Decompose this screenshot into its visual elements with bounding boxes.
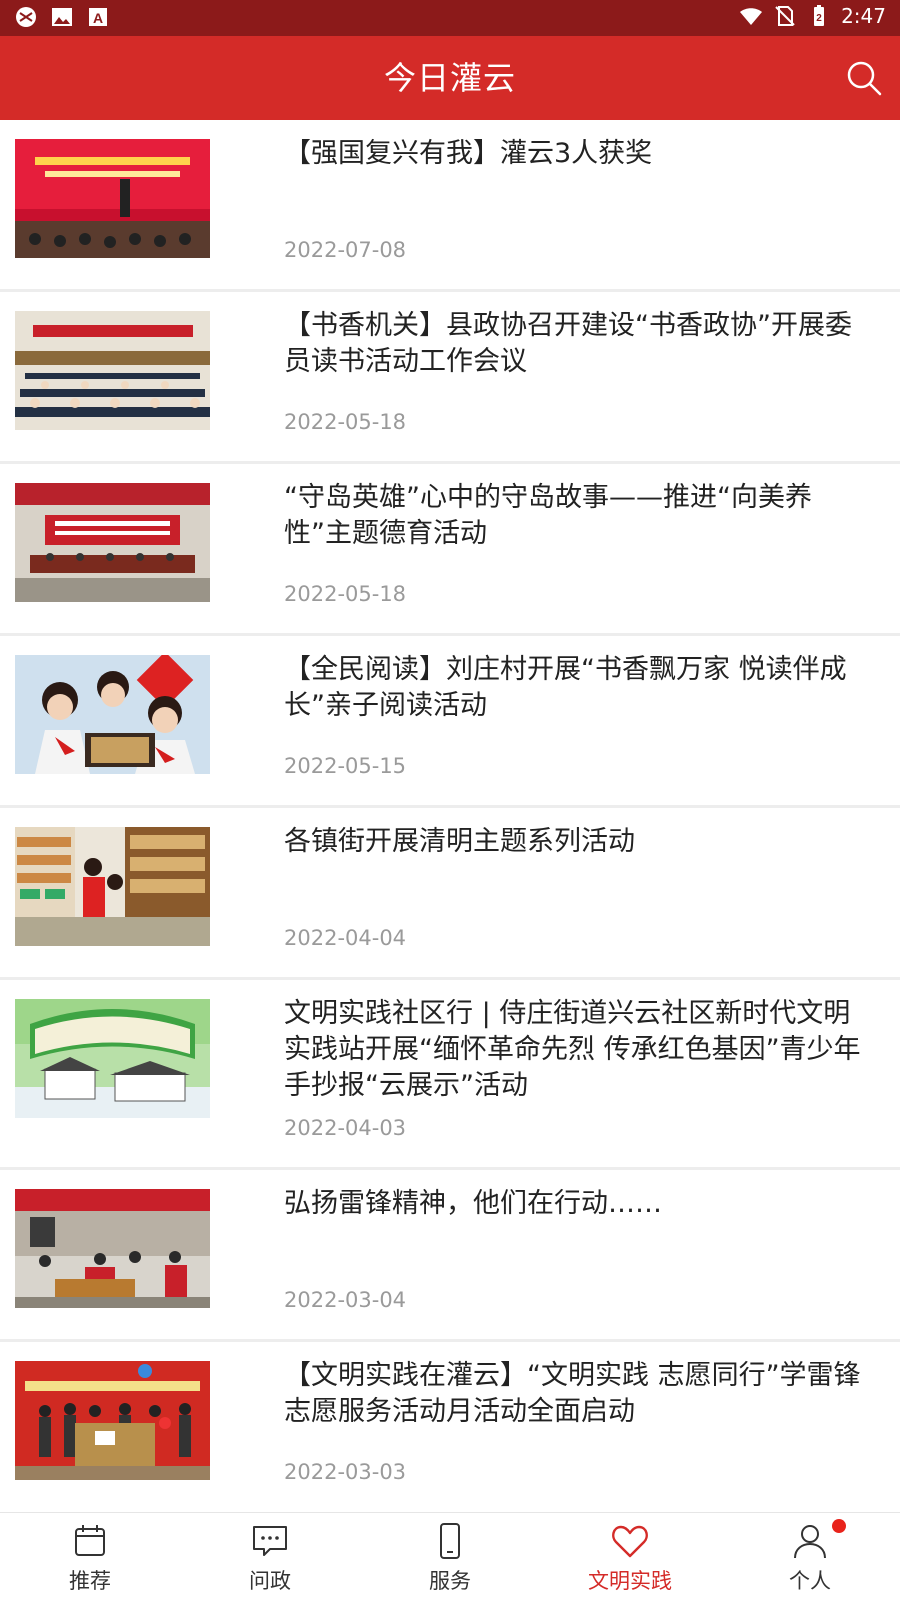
tab-label: 个人 <box>789 1569 831 1593</box>
list-item[interactable]: 【书香机关】县政协召开建设“书香政协”开展委员读书活动工作会议 2022-05-… <box>0 292 900 464</box>
list-item[interactable]: “守岛英雄”心中的守岛故事——推进“向美养性”主题德育活动 2022-05-18 <box>0 464 900 636</box>
list-item[interactable]: 【强国复兴有我】灌云3人获奖 2022-07-08 <box>0 120 900 292</box>
news-thumbnail <box>15 483 210 602</box>
person-icon <box>794 1525 826 1559</box>
news-date: 2022-04-04 <box>284 926 407 950</box>
app-bar: 今日灌云 <box>0 36 900 120</box>
calendar-icon <box>75 1525 105 1556</box>
news-date: 2022-05-18 <box>284 582 407 606</box>
tab-service[interactable]: 服务 <box>360 1513 540 1601</box>
news-thumbnail <box>15 655 210 774</box>
tab-personal[interactable]: 个人 <box>720 1513 900 1601</box>
news-date: 2022-03-03 <box>284 1460 407 1484</box>
news-date: 2022-05-15 <box>284 754 407 778</box>
news-date: 2022-05-18 <box>284 410 407 434</box>
news-thumbnail <box>15 1189 210 1308</box>
heart-icon <box>612 1525 648 1558</box>
status-time: 2:47 <box>841 4 886 28</box>
news-title: 各镇街开展清明主题系列活动 <box>284 826 635 857</box>
no-sim-icon <box>775 6 795 26</box>
image-notification-icon <box>52 8 72 26</box>
battery-icon: 2 <box>814 5 825 26</box>
tab-label: 文明实践 <box>588 1569 672 1593</box>
news-date: 2022-03-04 <box>284 1288 407 1312</box>
bottom-tab-bar: 推荐 问政 服务 文明实践 个人 <box>0 1512 900 1601</box>
page-title: 今日灌云 <box>383 59 516 97</box>
font-notification-icon: A <box>89 8 107 26</box>
tab-label: 问政 <box>249 1569 291 1593</box>
news-title: 文明实践社区行 | 侍庄街道兴云社区新时代文明实践站开展“缅怀革命先烈 传承红色… <box>284 998 861 1101</box>
news-list: 【强国复兴有我】灌云3人获奖 2022-07-08 【书香机关】县政协召开建设“… <box>0 120 900 1511</box>
tab-label: 服务 <box>429 1569 471 1593</box>
list-item[interactable]: 各镇街开展清明主题系列活动 2022-04-04 <box>0 808 900 980</box>
news-date: 2022-07-08 <box>284 238 407 262</box>
tab-recommend[interactable]: 推荐 <box>0 1513 180 1601</box>
news-title: 【强国复兴有我】灌云3人获奖 <box>284 138 653 169</box>
news-thumbnail <box>15 999 210 1118</box>
news-title: “守岛英雄”心中的守岛故事——推进“向美养性”主题德育活动 <box>284 482 812 549</box>
news-title: 【文明实践在灌云】“文明实践 志愿同行”学雷锋志愿服务活动月活动全面启动 <box>284 1360 861 1427</box>
news-thumbnail <box>15 827 210 946</box>
list-item[interactable]: 文明实践社区行 | 侍庄街道兴云社区新时代文明实践站开展“缅怀革命先烈 传承红色… <box>0 980 900 1170</box>
news-title: 【书香机关】县政协召开建设“书香政协”开展委员读书活动工作会议 <box>284 310 852 377</box>
status-bar: A 2 2:47 <box>0 0 900 36</box>
news-thumbnail <box>15 311 210 430</box>
phone-icon <box>440 1523 460 1559</box>
svg-text:2: 2 <box>816 13 822 24</box>
list-item[interactable]: 【全民阅读】刘庄村开展“书香飘万家 悦读伴成长”亲子阅读活动 2022-05-1… <box>0 636 900 808</box>
wifi-icon <box>740 8 763 25</box>
tab-label: 推荐 <box>69 1569 111 1593</box>
svg-text:A: A <box>93 10 103 26</box>
news-thumbnail <box>15 1361 210 1480</box>
tab-civilization-practice[interactable]: 文明实践 <box>540 1513 720 1601</box>
tab-inquiry[interactable]: 问政 <box>180 1513 360 1601</box>
news-title: 弘扬雷锋精神，他们在行动…… <box>284 1188 662 1219</box>
news-thumbnail <box>15 139 210 258</box>
news-title: 【全民阅读】刘庄村开展“书香飘万家 悦读伴成长”亲子阅读活动 <box>284 654 847 721</box>
news-date: 2022-04-03 <box>284 1116 407 1140</box>
list-item[interactable]: 【文明实践在灌云】“文明实践 志愿同行”学雷锋志愿服务活动月活动全面启动 202… <box>0 1342 900 1511</box>
chat-icon <box>253 1526 287 1556</box>
app-notification-icon <box>16 7 36 27</box>
list-item[interactable]: 弘扬雷锋精神，他们在行动…… 2022-03-04 <box>0 1170 900 1342</box>
notification-badge <box>832 1519 846 1533</box>
search-icon[interactable] <box>844 58 884 98</box>
